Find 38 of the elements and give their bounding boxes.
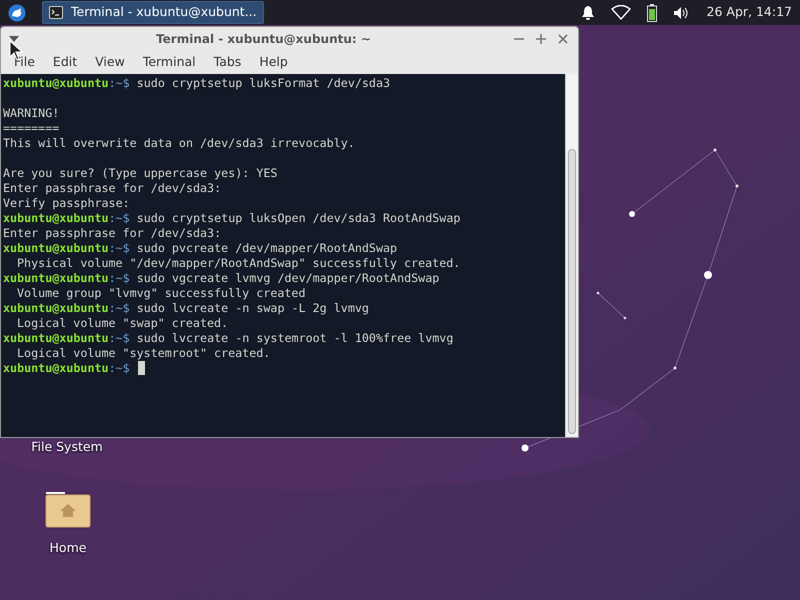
mouse-logo-icon[interactable] (8, 4, 26, 22)
terminal-line: This will overwrite data on /dev/sda3 irrevocably. (3, 136, 355, 151)
terminal-line: Enter passphrase for /dev/sda3: (3, 181, 222, 196)
terminal-line: xubuntu@xubuntu:~$ sudo vgcreate lvmvg /dev/mapper/RootAndSwap (3, 271, 440, 286)
window-menu-icon[interactable] (9, 36, 19, 42)
terminal-line: xubuntu@xubuntu:~$ sudo lvcreate -n swap -L 2g lvmvg (3, 301, 369, 316)
terminal-line: Logical volume "swap" created. (17, 316, 228, 331)
terminal-line: Physical volume "/dev/mapper/RootAndSwap" successfully created. (17, 256, 460, 271)
terminal-line: Enter passphrase for /dev/sda3: (3, 226, 222, 241)
menu-item[interactable]: Edit (44, 53, 86, 72)
clock-text[interactable]: 26 Apr, 14:17 (706, 3, 792, 22)
terminal-line: xubuntu@xubuntu:~$ sudo lvcreate -n systemroot -l 100%free lvmvg (3, 331, 454, 346)
terminal-icon (49, 6, 63, 19)
battery-icon[interactable] (646, 4, 657, 22)
terminal-line: xubuntu@xubuntu:~$ sudo pvcreate /dev/mapper/RootAndSwap (3, 241, 398, 256)
terminal-line: ======== (3, 121, 60, 136)
notification-bell-icon[interactable] (580, 5, 595, 20)
terminal-line: xubuntu@xubuntu:~$ (3, 361, 130, 376)
scrollbar-thumb[interactable] (568, 149, 576, 434)
text-cursor-icon (138, 361, 145, 375)
menu-item[interactable]: Tabs (204, 53, 250, 72)
terminal-line: Verify passphrase: (3, 196, 130, 211)
terminal-line: Are you sure? (Type uppercase yes): YES (3, 166, 278, 181)
taskbar-button[interactable]: Terminal - xubuntu@xubunt... (42, 1, 264, 24)
window-title: Terminal - xubuntu@xubuntu: ~ (155, 31, 372, 48)
desktop-icon-label[interactable]: Home (23, 539, 113, 558)
terminal-line: Logical volume "systemroot" created. (17, 346, 270, 361)
terminal-line: xubuntu@xubuntu:~$ sudo cryptsetup luksOpen /dev/sda3 RootAndSwap (3, 211, 460, 226)
menu-item[interactable]: Help (250, 53, 297, 72)
scrollbar[interactable] (565, 74, 578, 437)
terminal-line: WARNING! (3, 106, 60, 121)
terminal-line: Volume group "lvmvg" successfully created (17, 286, 306, 301)
terminal-line: xubuntu@xubuntu:~$ sudo cryptsetup luksFormat /dev/sda3 (3, 76, 390, 91)
menu-item[interactable]: View (86, 53, 134, 72)
home-folder-icon[interactable] (45, 490, 91, 528)
menu-item[interactable]: Terminal (134, 53, 205, 72)
wifi-icon[interactable] (610, 5, 631, 20)
desktop-icon-label[interactable]: File System (22, 438, 112, 457)
